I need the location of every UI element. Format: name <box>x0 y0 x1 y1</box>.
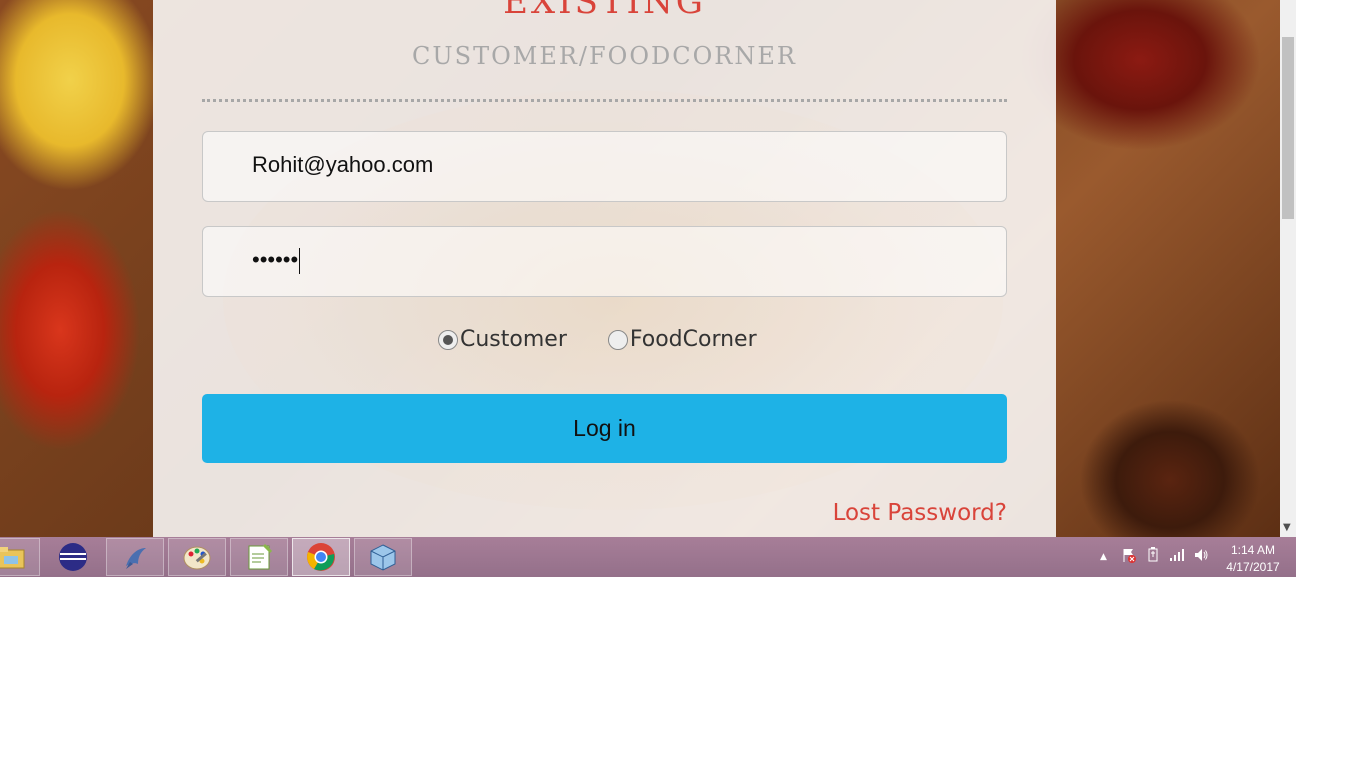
radio-customer-indicator[interactable] <box>438 329 458 350</box>
taskbar-paint[interactable] <box>168 538 226 576</box>
eclipse-icon <box>59 543 87 571</box>
tray-expand-icon[interactable]: ▲ <box>1100 552 1107 562</box>
email-value: Rohit@yahoo.com <box>252 152 434 177</box>
chrome-icon <box>307 543 335 571</box>
login-card: EXISTING CUSTOMER/FOODCORNER Rohit@yahoo… <box>153 0 1056 537</box>
virtualbox-icon <box>370 544 396 571</box>
action-center-flag-icon[interactable] <box>1121 547 1137 567</box>
lost-password-link[interactable]: Lost Password? <box>833 500 1007 526</box>
system-tray: ▲ <box>1100 537 1209 577</box>
taskbar-clock[interactable]: 1:14 AM 4/17/2017 <box>1216 542 1290 576</box>
page-subtitle: CUSTOMER/FOODCORNER <box>412 42 797 70</box>
taskbar-dolphin[interactable] <box>106 538 164 576</box>
taskbar-eclipse[interactable] <box>44 538 102 576</box>
notepad-plus-icon <box>248 543 273 570</box>
radio-foodcorner-label: FoodCorner <box>629 327 757 352</box>
dolphin-icon <box>126 548 146 569</box>
taskbar-notepad-plus[interactable] <box>230 538 288 576</box>
taskbar-virtualbox[interactable] <box>354 538 412 576</box>
password-field[interactable]: •••••• <box>202 226 1007 297</box>
network-signal-icon[interactable] <box>1169 547 1185 567</box>
power-icon[interactable] <box>1145 547 1161 567</box>
scrollbar-thumb[interactable] <box>1282 37 1294 219</box>
volume-icon[interactable] <box>1193 547 1209 567</box>
text-caret <box>299 248 301 275</box>
browser-screen: EXISTING CUSTOMER/FOODCORNER Rohit@yahoo… <box>0 0 1296 577</box>
page-viewport: EXISTING CUSTOMER/FOODCORNER Rohit@yahoo… <box>0 0 1280 537</box>
taskbar-chrome[interactable] <box>292 538 350 576</box>
taskbar: ▲ 1:14 AM 4/17/2017 <box>0 537 1296 577</box>
scroll-down-arrow-icon[interactable]: ▼ <box>1283 522 1291 533</box>
vertical-scrollbar[interactable]: ▼ <box>1280 0 1296 537</box>
user-type-radio-group: Customer FoodCorner <box>438 327 791 357</box>
radio-foodcorner[interactable]: FoodCorner <box>607 327 757 352</box>
clock-date: 4/17/2017 <box>1226 560 1280 574</box>
login-button[interactable]: Log in <box>202 394 1007 463</box>
clock-time: 1:14 AM <box>1230 543 1276 557</box>
title-divider <box>202 99 1007 102</box>
taskbar-file-explorer[interactable] <box>0 538 40 576</box>
paint-icon <box>183 546 211 570</box>
page-title: EXISTING <box>503 0 706 22</box>
radio-customer-label: Customer <box>460 327 567 352</box>
password-value: •••••• <box>252 247 301 275</box>
radio-foodcorner-indicator[interactable] <box>607 329 628 350</box>
file-explorer-icon <box>0 547 25 569</box>
radio-customer[interactable]: Customer <box>438 327 567 352</box>
email-field[interactable]: Rohit@yahoo.com <box>202 131 1007 202</box>
